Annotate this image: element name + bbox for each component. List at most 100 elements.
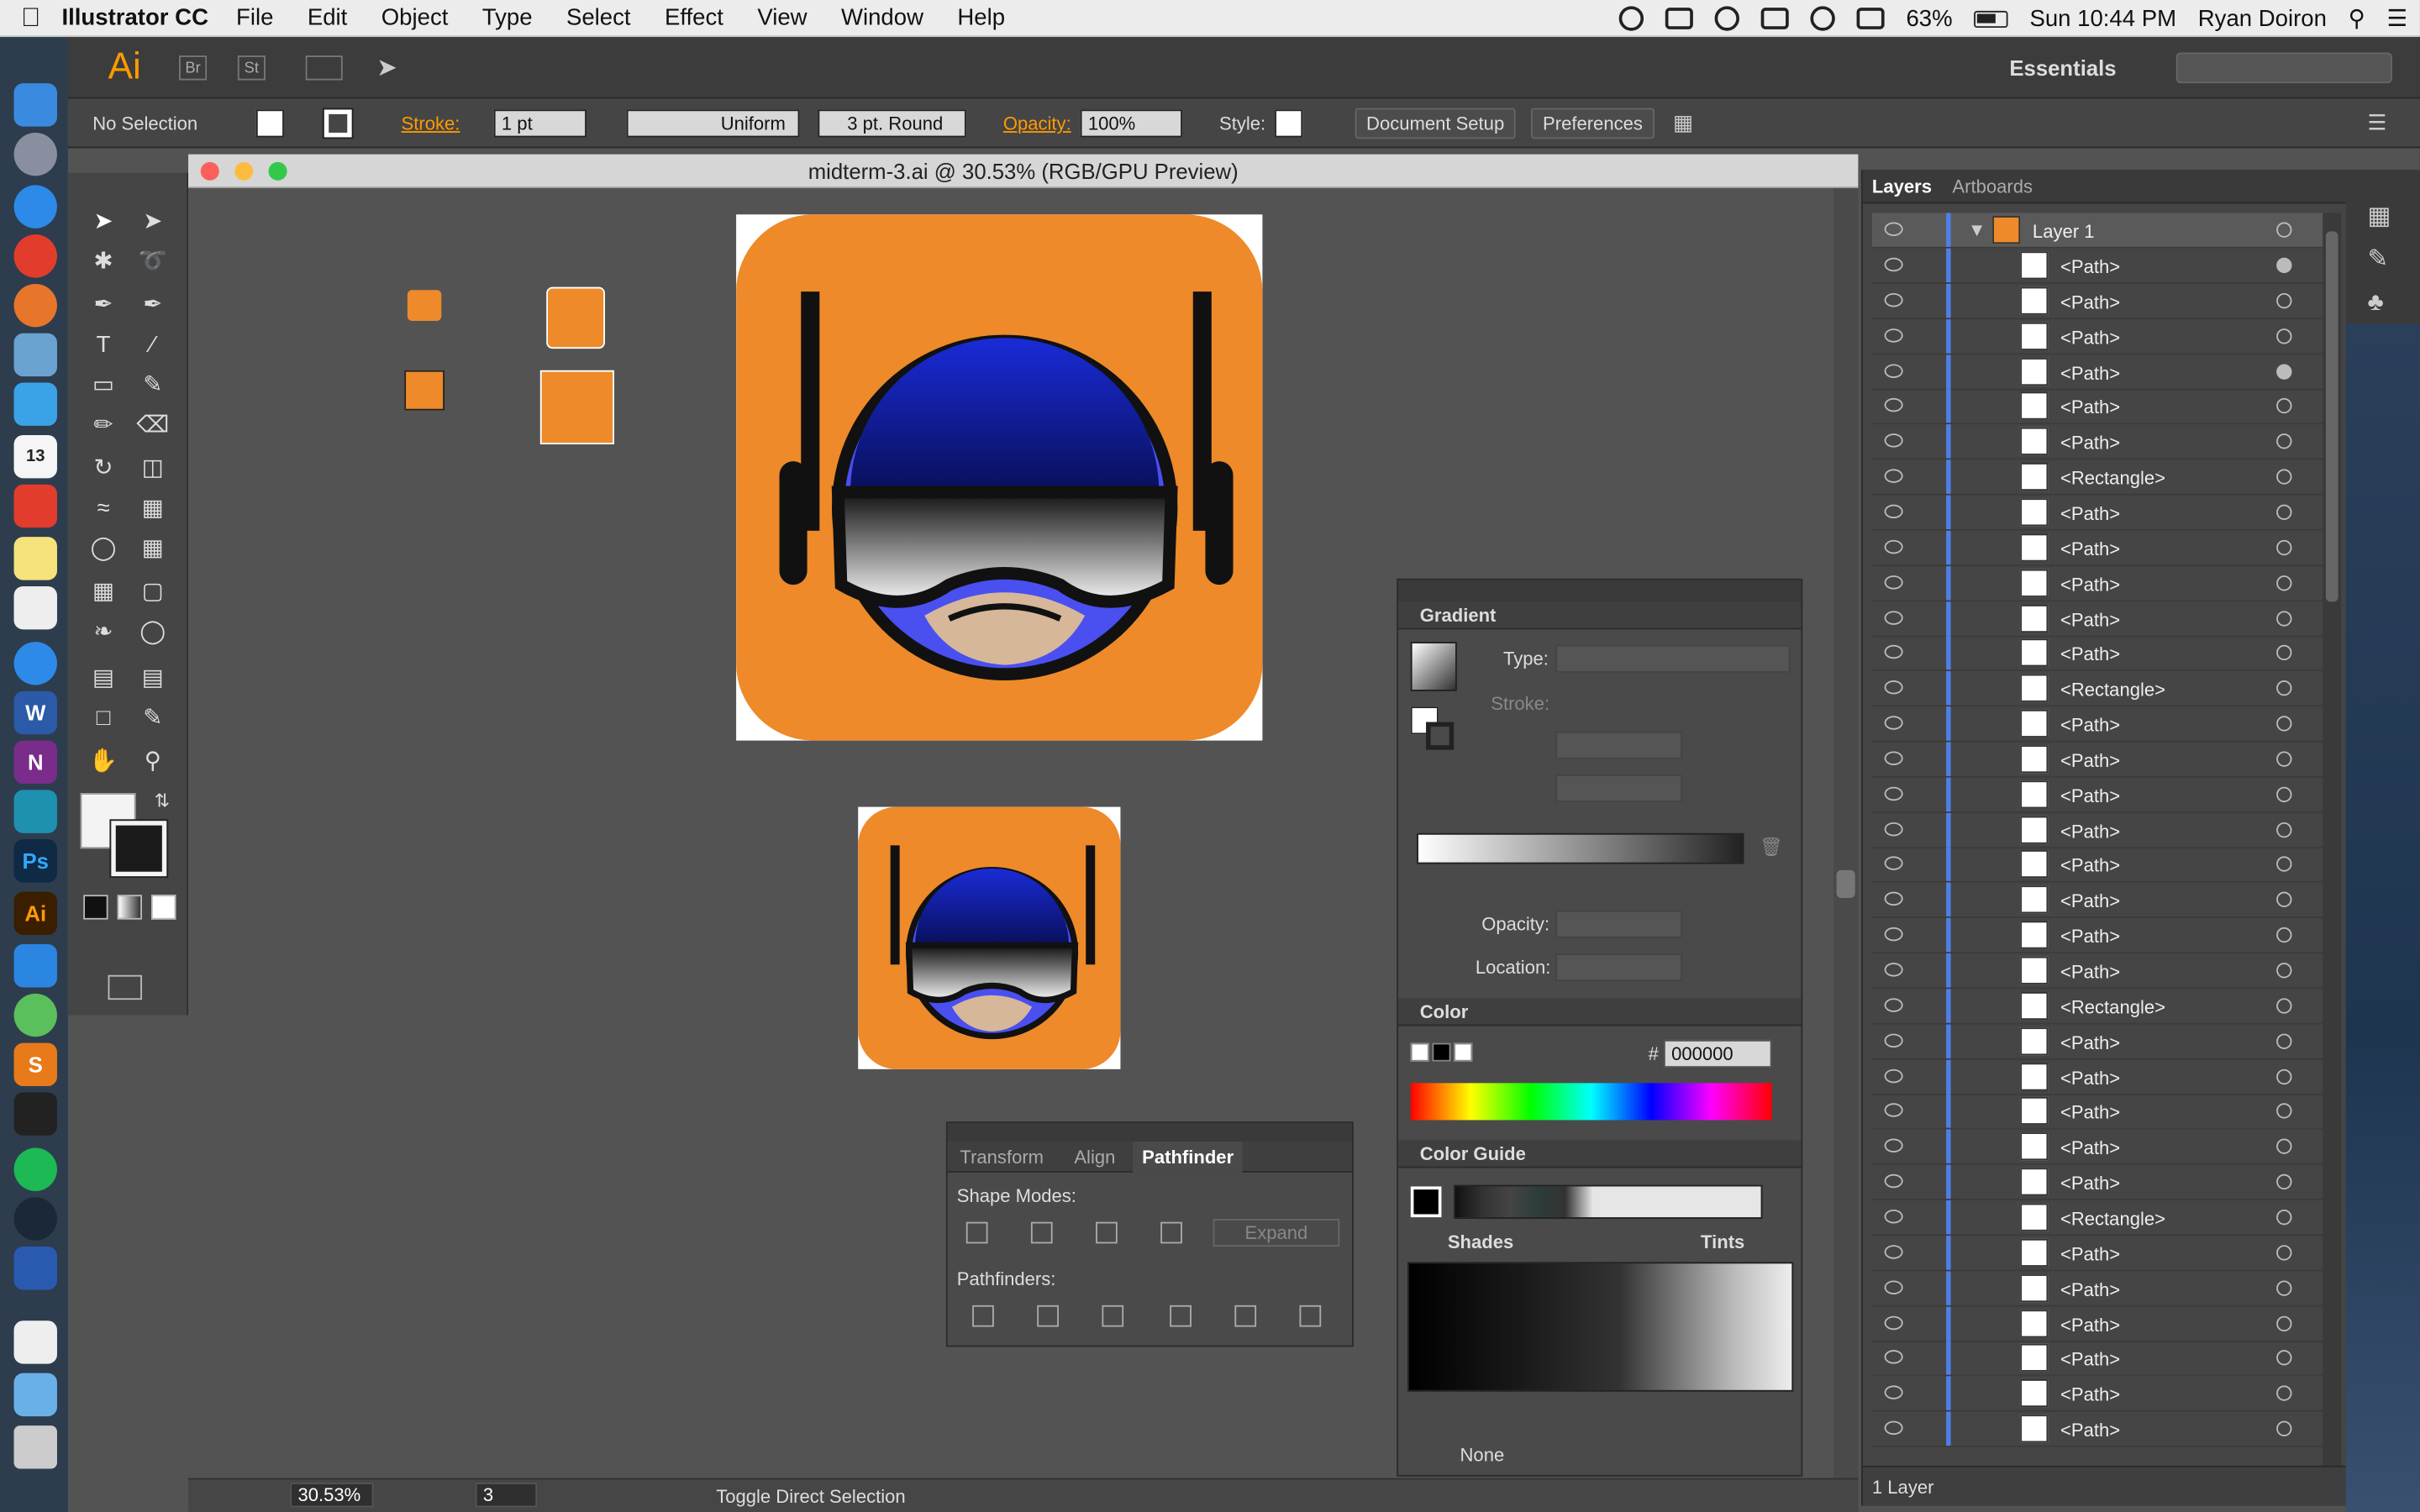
target-icon[interactable]	[2276, 469, 2292, 485]
item-name[interactable]: <Rectangle>	[2060, 996, 2165, 1018]
stroke-weight-field[interactable]: 1 pt	[493, 109, 587, 138]
eye-icon[interactable]	[1884, 1244, 1903, 1259]
eye-icon[interactable]	[1884, 963, 1903, 977]
notes-icon[interactable]	[13, 537, 57, 580]
status-text[interactable]: Toggle Direct Selection	[716, 1486, 905, 1508]
target-icon[interactable]	[2276, 751, 2292, 767]
target-icon[interactable]	[2276, 433, 2292, 449]
layer-item-row[interactable]: <Path>	[1871, 1411, 2329, 1447]
target-icon[interactable]	[2276, 257, 2292, 274]
eye-icon[interactable]	[1884, 1420, 1903, 1436]
color-guide-panel-title[interactable]: Color Guide	[1398, 1140, 1802, 1168]
item-name[interactable]: <Path>	[2060, 820, 2120, 842]
tab-transform[interactable]: Transform	[960, 1147, 1044, 1168]
menu-edit[interactable]: Edit	[308, 5, 347, 31]
gradient-tool-icon[interactable]: ▢	[136, 574, 170, 607]
item-name[interactable]: <Path>	[2060, 609, 2120, 631]
artboard-main[interactable]	[736, 214, 1263, 741]
merge-icon[interactable]	[1102, 1305, 1124, 1327]
layer-item-row[interactable]: <Path>	[1871, 283, 2329, 319]
document-setup-button[interactable]: Document Setup	[1355, 108, 1516, 139]
layer-item-row[interactable]: <Path>	[1871, 354, 2329, 390]
target-icon[interactable]	[2276, 1315, 2292, 1331]
layer-item-row[interactable]: <Path>	[1871, 1270, 2329, 1307]
workspace-switcher[interactable]: Essentials	[2009, 55, 2116, 80]
selection-tool-icon[interactable]: ➤	[87, 203, 120, 237]
blend-tool-icon[interactable]: ◯	[136, 614, 170, 648]
menu-file[interactable]: File	[236, 5, 273, 31]
eye-icon[interactable]	[1884, 1209, 1903, 1224]
expand-button[interactable]: Expand	[1213, 1218, 1340, 1247]
slice-tool-icon[interactable]: ✎	[136, 701, 170, 734]
layer-item-row[interactable]: <Path>	[1871, 883, 2329, 919]
item-name[interactable]: <Path>	[2060, 1032, 2120, 1053]
layer-item-row[interactable]: <Path>	[1871, 601, 2329, 637]
item-name[interactable]: <Path>	[2060, 538, 2120, 560]
tab-align[interactable]: Align	[1074, 1147, 1115, 1168]
gradient-panel-title[interactable]: Gradient	[1398, 601, 1802, 630]
eye-icon[interactable]	[1884, 1385, 1903, 1400]
target-icon[interactable]	[2276, 1173, 2292, 1190]
type-tool-icon[interactable]: T	[87, 327, 120, 360]
eye-icon[interactable]	[1884, 328, 1903, 343]
eye-icon[interactable]	[1884, 680, 1903, 695]
zoom-tool-icon[interactable]: ⚲	[136, 743, 170, 777]
safari-icon[interactable]	[13, 185, 57, 228]
layer-item-row[interactable]: <Rectangle>	[1871, 989, 2329, 1025]
photoshop-icon[interactable]: Ps	[13, 839, 57, 883]
clock[interactable]: Sun 10:44 PM	[2029, 5, 2176, 31]
eye-icon[interactable]	[1884, 998, 1903, 1012]
layer-item-row[interactable]: <Path>	[1871, 1058, 2329, 1095]
eye-icon[interactable]	[1884, 398, 1903, 413]
apple-icon[interactable]: 	[0, 3, 61, 34]
properties-icon[interactable]: ▦	[2367, 201, 2391, 232]
volume-icon[interactable]	[1856, 8, 1885, 29]
scale-tool-icon[interactable]: ◫	[136, 450, 170, 484]
minus-front-icon[interactable]	[1030, 1221, 1053, 1244]
layer-item-row[interactable]: <Path>	[1871, 706, 2329, 743]
layer-item-row[interactable]: <Path>	[1871, 953, 2329, 990]
target-icon[interactable]	[2276, 222, 2292, 238]
pen-tool-icon[interactable]: ✒	[87, 287, 120, 321]
target-icon[interactable]	[2276, 363, 2292, 379]
eye-icon[interactable]	[1884, 645, 1903, 659]
target-icon[interactable]	[2276, 539, 2292, 555]
color-variations-grid[interactable]	[1407, 1262, 1794, 1392]
spotify-icon[interactable]	[13, 1147, 57, 1191]
layer-name[interactable]: Layer 1	[2033, 221, 2095, 243]
layer-item-row[interactable]: <Path>	[1871, 812, 2329, 848]
magic-wand-tool-icon[interactable]: ✱	[87, 244, 120, 277]
item-name[interactable]: <Path>	[2060, 785, 2120, 806]
artboard-thumb-3[interactable]	[404, 370, 445, 411]
target-icon[interactable]	[2276, 857, 2292, 873]
eye-icon[interactable]	[1884, 1173, 1903, 1189]
target-icon[interactable]	[2276, 1350, 2292, 1367]
eye-icon[interactable]	[1884, 1033, 1903, 1047]
eye-icon[interactable]	[1884, 716, 1903, 730]
mesh-tool-icon[interactable]: ▦	[87, 574, 120, 607]
color-spectrum[interactable]	[1410, 1083, 1772, 1121]
menu-view[interactable]: View	[757, 5, 807, 31]
layer-item-row[interactable]: <Rectangle>	[1871, 1200, 2329, 1236]
search-icon[interactable]: ⚲	[2349, 5, 2365, 32]
target-icon[interactable]	[2276, 575, 2292, 591]
target-icon[interactable]	[2276, 645, 2292, 661]
target-icon[interactable]	[2276, 1103, 2292, 1120]
gpu-performance-icon[interactable]: ➤	[376, 52, 397, 83]
target-icon[interactable]	[2276, 328, 2292, 344]
gradient-mode-icon[interactable]	[117, 895, 142, 920]
target-icon[interactable]	[2276, 680, 2292, 696]
scroll-thumb[interactable]	[1836, 869, 1855, 898]
target-icon[interactable]	[2276, 963, 2292, 979]
line-tool-icon[interactable]: ⁄	[136, 327, 170, 360]
fill-swatch[interactable]	[255, 109, 284, 138]
scroll-thumb[interactable]	[2325, 231, 2338, 602]
item-name[interactable]: <Path>	[2060, 433, 2120, 454]
eye-icon[interactable]	[1884, 292, 1903, 307]
reeder-icon[interactable]	[13, 484, 57, 528]
gradient-aspect-field[interactable]	[1555, 774, 1683, 803]
item-name[interactable]: <Path>	[2060, 256, 2120, 278]
terminal-icon[interactable]	[13, 1092, 57, 1136]
opacity-label[interactable]: Opacity:	[1003, 113, 1071, 134]
item-name[interactable]: <Path>	[2060, 1349, 2120, 1371]
